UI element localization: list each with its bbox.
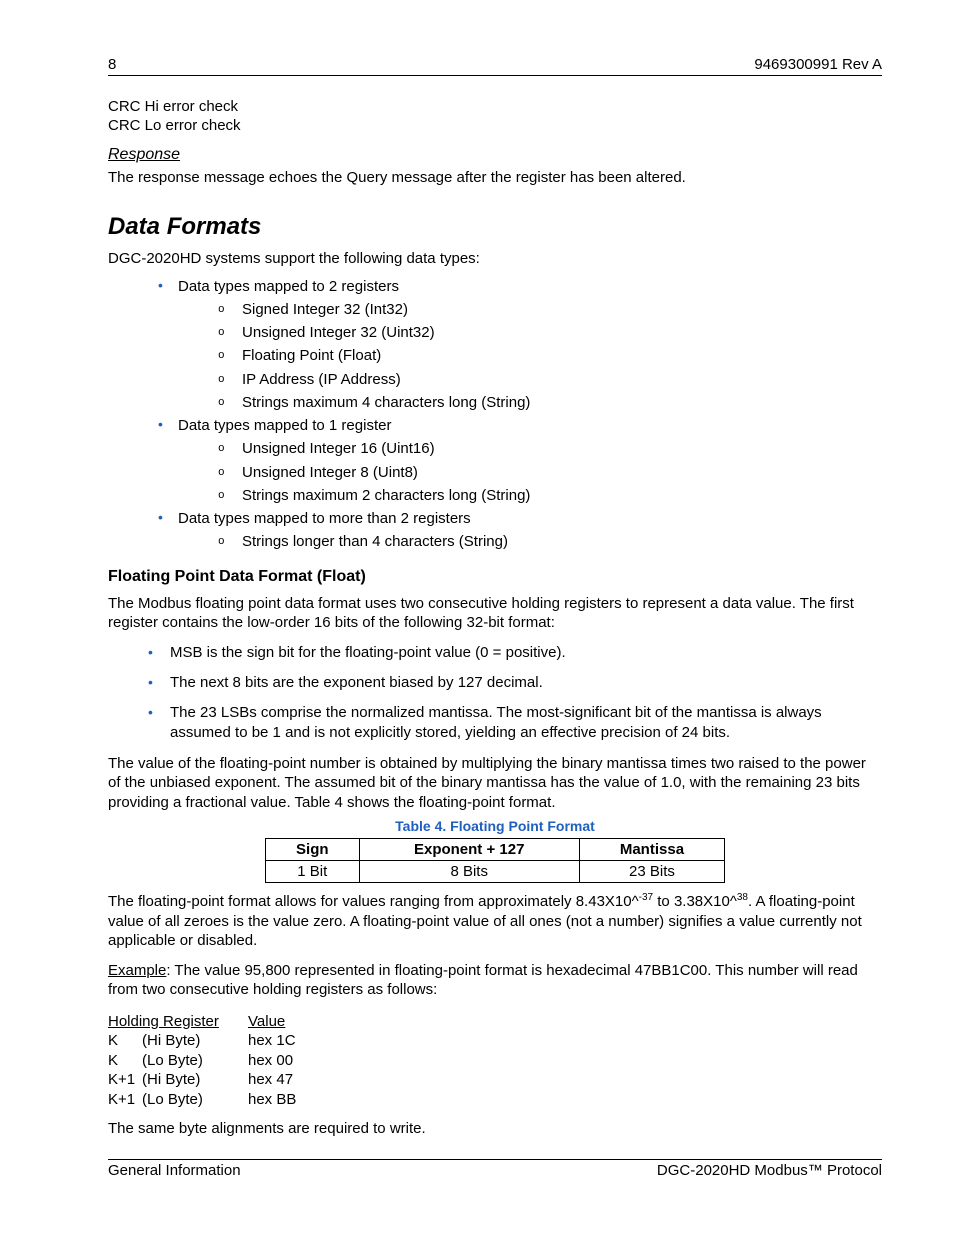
list-subitem: Floating Point (Float) bbox=[218, 344, 882, 367]
list-subitem: Unsigned Integer 16 (Uint16) bbox=[218, 437, 882, 460]
list-subitem: Strings longer than 4 characters (String… bbox=[218, 530, 882, 553]
response-text: The response message echoes the Query me… bbox=[108, 168, 882, 188]
list-item: The 23 LSBs comprise the normalized mant… bbox=[148, 703, 882, 744]
text-run: The floating-point format allows for val… bbox=[108, 893, 639, 910]
reg-row: K(Hi Byte) hex 1C bbox=[108, 1031, 882, 1051]
list-subitem: Unsigned Integer 8 (Uint8) bbox=[218, 461, 882, 484]
reg-key: K+1 bbox=[108, 1070, 142, 1090]
reg-row: K(Lo Byte) hex 00 bbox=[108, 1051, 882, 1071]
list-subitem: Unsigned Integer 32 (Uint32) bbox=[218, 321, 882, 344]
list-item: The next 8 bits are the exponent biased … bbox=[148, 673, 882, 693]
list-item: Data types mapped to more than 2 registe… bbox=[158, 507, 882, 554]
footer-left: General Information bbox=[108, 1162, 241, 1179]
reg-header-col1: Holding Register bbox=[108, 1012, 248, 1032]
page-number: 8 bbox=[108, 56, 116, 73]
example-text: : The value 95,800 represented in floati… bbox=[108, 962, 858, 999]
crc-lines: CRC Hi error check CRC Lo error check bbox=[108, 98, 882, 136]
float-bullets: MSB is the sign bit for the floating-poi… bbox=[108, 643, 882, 744]
reg-byte: (Hi Byte) bbox=[142, 1032, 200, 1049]
float-p2: The value of the floating-point number i… bbox=[108, 754, 882, 813]
list-item: Data types mapped to 1 register Unsigned… bbox=[158, 414, 882, 507]
list-item-label: Data types mapped to 2 registers bbox=[178, 278, 399, 295]
data-types-list: Data types mapped to 2 registers Signed … bbox=[108, 275, 882, 554]
page-footer: General Information DGC-2020HD Modbus™ P… bbox=[108, 1159, 882, 1179]
example-label: Example bbox=[108, 962, 166, 979]
list-item: Data types mapped to 2 registers Signed … bbox=[158, 275, 882, 415]
table-header: Sign bbox=[266, 839, 360, 861]
example-paragraph: Example: The value 95,800 represented in… bbox=[108, 961, 882, 1000]
reg-key: K bbox=[108, 1031, 142, 1051]
float-p4: The same byte alignments are required to… bbox=[108, 1119, 882, 1139]
reg-key: K bbox=[108, 1051, 142, 1071]
reg-byte: (Hi Byte) bbox=[142, 1071, 200, 1088]
reg-row: K+1(Lo Byte) hex BB bbox=[108, 1090, 882, 1110]
table-cell: 8 Bits bbox=[359, 861, 579, 883]
reg-byte: (Lo Byte) bbox=[142, 1091, 203, 1108]
table-header: Mantissa bbox=[579, 839, 724, 861]
table-caption: Table 4. Floating Point Format bbox=[108, 818, 882, 834]
reg-value: hex 47 bbox=[248, 1070, 328, 1090]
footer-right: DGC-2020HD Modbus™ Protocol bbox=[657, 1162, 882, 1179]
reg-key: K+1 bbox=[108, 1090, 142, 1110]
float-p1: The Modbus floating point data format us… bbox=[108, 594, 882, 633]
holding-register-block: Holding Register Value K(Hi Byte) hex 1C… bbox=[108, 1012, 882, 1110]
table-header: Exponent + 127 bbox=[359, 839, 579, 861]
text-run: to 3.38X10^ bbox=[653, 893, 737, 910]
crc-lo-line: CRC Lo error check bbox=[108, 117, 882, 136]
list-item-label: Data types mapped to 1 register bbox=[178, 417, 391, 434]
list-subitem: Strings maximum 4 characters long (Strin… bbox=[218, 391, 882, 414]
reg-value: hex 00 bbox=[248, 1051, 328, 1071]
superscript: 38 bbox=[737, 892, 748, 903]
reg-row: K+1(Hi Byte) hex 47 bbox=[108, 1070, 882, 1090]
table-cell: 1 Bit bbox=[266, 861, 360, 883]
list-item-label: Data types mapped to more than 2 registe… bbox=[178, 510, 471, 527]
list-item: MSB is the sign bit for the floating-poi… bbox=[148, 643, 882, 663]
doc-revision: 9469300991 Rev A bbox=[754, 56, 882, 73]
float-format-heading: Floating Point Data Format (Float) bbox=[108, 568, 882, 586]
reg-value: hex BB bbox=[248, 1090, 328, 1110]
page-header: 8 9469300991 Rev A bbox=[108, 56, 882, 76]
superscript: -37 bbox=[639, 892, 653, 903]
data-formats-heading: Data Formats bbox=[108, 213, 882, 241]
table-cell: 23 Bits bbox=[579, 861, 724, 883]
list-subitem: IP Address (IP Address) bbox=[218, 368, 882, 391]
reg-value: hex 1C bbox=[248, 1031, 328, 1051]
list-subitem: Signed Integer 32 (Int32) bbox=[218, 298, 882, 321]
crc-hi-line: CRC Hi error check bbox=[108, 98, 882, 117]
float-format-table: Sign Exponent + 127 Mantissa 1 Bit 8 Bit… bbox=[265, 838, 725, 883]
response-heading: Response bbox=[108, 146, 882, 164]
data-formats-intro: DGC-2020HD systems support the following… bbox=[108, 249, 882, 269]
float-p3: The floating-point format allows for val… bbox=[108, 891, 882, 951]
list-subitem: Strings maximum 2 characters long (Strin… bbox=[218, 484, 882, 507]
reg-header-col2: Value bbox=[248, 1012, 328, 1032]
reg-byte: (Lo Byte) bbox=[142, 1052, 203, 1069]
